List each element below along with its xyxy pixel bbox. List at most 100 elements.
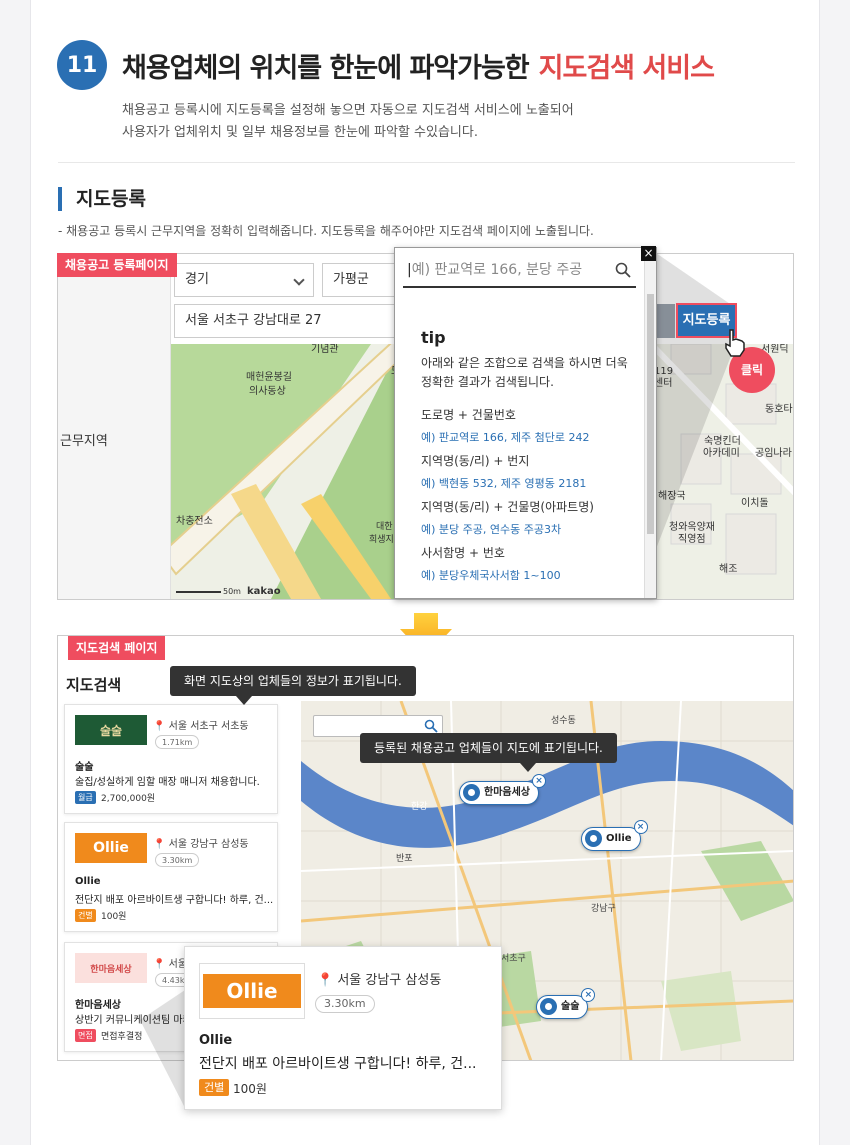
work-area-label: 근무지역 [60, 434, 108, 449]
tip-row-example: 예) 백현동 532, 제주 영평동 2181 [421, 477, 587, 490]
map-info-tooltip: 등록된 채용공고 업체들이 지도에 표기됩니다. [360, 733, 617, 763]
section-title-text: 채용업체의 위치를 한눈에 파악가능한 [122, 53, 530, 84]
section-description: 채용공고 등록시에 지도등록을 설정해 놓으면 자동으로 지도검색 서비스에 노… [122, 100, 574, 144]
map-label: 희생지 [369, 533, 394, 545]
magnified-job-title: 전단지 배포 아르바이트생 구합니다! 하루, 건... [199, 1056, 477, 1072]
map-label: 서초구 [501, 953, 526, 964]
company-logo: 술술 [75, 715, 147, 745]
tip-title: tip [421, 328, 446, 347]
map-label: 차충전소 [176, 515, 213, 527]
district-select-value: 가평군 [333, 272, 369, 287]
address-search-placeholder: 예) 판교역로 166, 분당 주공 [411, 262, 583, 278]
map-pin[interactable]: Ollie × [581, 820, 648, 851]
map-label: 해조 [719, 562, 737, 575]
address-search-popup: |예) 판교역로 166, 분당 주공 tip 아래와 같은 조합으로 검색을 … [394, 247, 657, 599]
tip-row-label: 지역명(동/리) + 번지 [421, 454, 530, 468]
map-label: 성수동 [551, 715, 576, 726]
tip-row-example: 예) 판교역로 166, 제주 첨단로 242 [421, 431, 590, 444]
card-company-name: Ollie [75, 876, 101, 887]
card-location: 📍 서울 강남구 삼성동 [153, 839, 249, 850]
tooltip-arrow [236, 696, 252, 705]
card-distance: 1.71km [155, 735, 200, 749]
divider [58, 162, 795, 163]
map-label: 의사동상 [249, 385, 286, 397]
district-select[interactable]: 가평군 [322, 263, 402, 297]
map-scale: 50m [223, 587, 241, 596]
location-pin-icon [463, 784, 480, 801]
desc-line-2: 사용자가 업체위치 및 일부 채용정보를 한눈에 파악할 수있습니다. [122, 125, 478, 140]
card-distance: 3.30km [155, 853, 200, 867]
card-pay: 100원 [101, 912, 127, 922]
magnified-location: 📍 서울 강남구 삼성동 [317, 973, 442, 988]
callout-shadow [656, 253, 736, 549]
tooltip-arrow [520, 763, 536, 772]
location-pin-icon [585, 830, 602, 847]
company-logo: Ollie [203, 974, 301, 1008]
tip-description: 아래와 같은 조합으로 검색을 하시면 더욱 정확한 결과가 검색됩니다. [421, 356, 628, 389]
map-pin-label: 한마음세상 [484, 787, 530, 798]
pay-type-badge: 건별 [75, 909, 96, 922]
map-label: 반포 [396, 853, 413, 864]
map-label: 공임나라 [755, 446, 792, 459]
map-pin[interactable]: 한마음세상 × [459, 774, 546, 805]
tip-row-example: 예) 분당 주공, 연수동 주공3차 [421, 523, 562, 536]
card-job-title: 전단지 배포 아르바이트생 구합니다! 하루, 건... [75, 895, 274, 906]
address-value: 서울 서초구 강남대로 27 [185, 313, 322, 328]
pay-type-badge: 면접 [75, 1029, 96, 1042]
company-logo: Ollie [75, 833, 147, 863]
section-title-highlight: 지도검색 서비스 [538, 53, 715, 84]
map-label: 대한 [376, 521, 393, 532]
magnified-job-card[interactable]: Ollie 📍 서울 강남구 삼성동 3.30km Ollie 전단지 배포 아… [184, 946, 502, 1110]
close-icon[interactable]: × [532, 774, 546, 788]
card-job-title: 술집/성실하게 임할 매장 매니저 채용합니다. [75, 777, 260, 788]
kakao-logo: kakao [247, 586, 281, 597]
form-label-column: 근무지역 [58, 254, 171, 599]
search-icon[interactable] [424, 719, 438, 733]
job-card[interactable]: Ollie 📍 서울 강남구 삼성동 3.30km Ollie 전단지 배포 아… [64, 822, 278, 932]
subsection-title: 지도등록 [58, 187, 146, 211]
pay-type-badge: 월급 [75, 791, 96, 804]
map-pin[interactable]: 술술 × [536, 988, 596, 1019]
tip-row-label: 지역명(동/리) + 건물명(아파트명) [421, 500, 594, 514]
map-label: 매헌윤봉길 [246, 370, 292, 383]
card-company-name: 술술 [75, 762, 94, 773]
map-search-page-tag: 지도검색 페이지 [68, 636, 166, 660]
magnified-pay: 100원 [233, 1082, 267, 1096]
address-search-input[interactable]: |예) 판교역로 166, 분당 주공 [403, 254, 636, 288]
card-pay: 2,700,000원 [101, 794, 156, 804]
close-icon[interactable]: × [633, 820, 648, 834]
map-label: 강남구 [591, 903, 616, 914]
pay-type-badge: 건별 [199, 1079, 230, 1096]
map-search-title: 지도검색 [66, 676, 122, 694]
job-card[interactable]: 술술 📍 서울 서초구 서초동 1.71km 술술 술집/성실하게 임할 매장 … [64, 704, 278, 814]
chevron-down-icon [293, 274, 305, 286]
tip-row-example: 예) 분당우체국사서함 1~100 [421, 569, 561, 582]
card-pay: 면접후결정 [101, 1032, 143, 1042]
magnified-logo-frame: Ollie [199, 963, 305, 1019]
list-info-tooltip: 화면 지도상의 업체들의 정보가 표기됩니다. [170, 666, 416, 696]
location-pin-icon [540, 998, 557, 1015]
magnified-distance: 3.30km [315, 995, 375, 1013]
tip-row-label: 도로명 + 건물번호 [421, 408, 516, 422]
card-company-name: 한마음세상 [75, 1000, 121, 1011]
section-title: 채용업체의 위치를 한눈에 파악가능한 지도검색 서비스 [122, 46, 715, 85]
magnified-company-name: Ollie [199, 1033, 233, 1048]
tip-row-label: 사서함명 + 번호 [421, 546, 505, 560]
region-select[interactable]: 경기 [174, 263, 314, 297]
region-select-value: 경기 [185, 272, 209, 287]
search-icon[interactable] [615, 262, 631, 278]
callout-shadow [140, 990, 185, 1108]
map-pin-label: Ollie [606, 833, 632, 844]
registration-page-tag: 채용공고 등록페이지 [57, 253, 177, 277]
subsection-note: - 채용공고 등록시 근무지역을 정확히 입력해줍니다. 지도등록을 해주어야만… [58, 224, 594, 238]
section-number-badge: 11 [57, 40, 107, 90]
company-logo: 한마음세상 [75, 953, 147, 983]
map-label: 한강 [411, 801, 428, 812]
close-icon[interactable]: × [641, 246, 656, 261]
popup-scrollbar[interactable] [644, 248, 656, 598]
map-pin-label: 술술 [561, 1001, 580, 1012]
scrollbar-thumb[interactable] [647, 294, 654, 534]
pointer-hand-icon [725, 329, 745, 357]
address-input[interactable]: 서울 서초구 강남대로 27 [174, 304, 400, 338]
map-label: 동호타 [765, 403, 793, 415]
